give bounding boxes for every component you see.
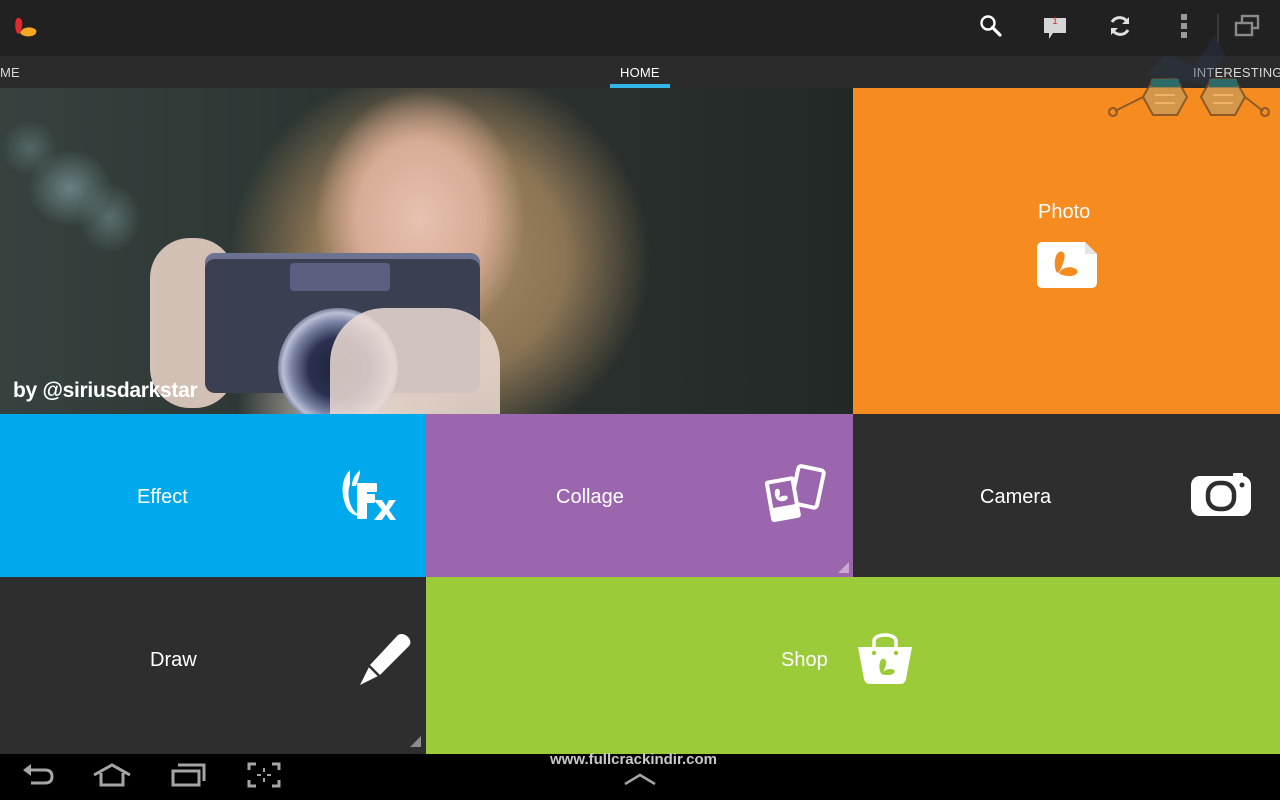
back-icon — [21, 763, 55, 791]
draw-label: Draw — [150, 649, 197, 671]
home-button[interactable] — [90, 762, 134, 792]
tile-corner-indicator — [838, 562, 849, 573]
recent-apps-icon — [170, 763, 206, 792]
action-bar: 1 — [0, 0, 1280, 56]
photo-tile[interactable]: Photo — [853, 88, 1280, 414]
home-icon — [92, 762, 132, 792]
photo-label: Photo — [1038, 201, 1091, 223]
watermark-text: www.fullcrackindir.com — [550, 751, 717, 768]
photo-credit[interactable]: by @siriusdarkstar — [13, 379, 198, 403]
camera-label: Camera — [980, 486, 1052, 508]
expand-up-button[interactable] — [618, 766, 662, 796]
notifications-icon: 1 — [1042, 15, 1068, 41]
watermark-logo-icon — [1105, 15, 1270, 125]
shop-label: Shop — [781, 649, 828, 671]
chevron-up-icon — [623, 772, 657, 791]
camera-tile[interactable]: Camera — [853, 414, 1280, 577]
featured-photo[interactable]: by @siriusdarkstar — [0, 88, 853, 414]
collage-icon — [762, 464, 826, 531]
collage-label: Collage — [556, 486, 624, 508]
hero-image-detail — [290, 263, 390, 291]
collage-tile[interactable]: Collage — [426, 414, 853, 577]
shopping-bag-icon — [856, 629, 914, 690]
camera-icon — [1191, 472, 1251, 523]
effect-label: Effect — [137, 486, 188, 508]
notification-badge: 1 — [1052, 16, 1058, 27]
photo-icon — [1037, 242, 1097, 293]
app-logo-icon[interactable] — [14, 16, 40, 38]
search-button[interactable] — [975, 12, 1007, 44]
tile-corner-indicator — [410, 736, 421, 747]
recent-apps-button[interactable] — [166, 762, 210, 792]
tab-me[interactable]: ME — [0, 56, 20, 88]
notifications-button[interactable]: 1 — [1039, 12, 1071, 44]
effect-tile[interactable]: Effect — [0, 414, 426, 577]
pencil-icon — [358, 633, 412, 692]
fx-icon — [338, 466, 396, 529]
shop-tile[interactable]: Shop — [426, 577, 1280, 754]
search-icon — [979, 14, 1003, 43]
screenshot-button[interactable] — [242, 762, 286, 792]
draw-tile[interactable]: Draw — [0, 577, 426, 754]
hero-image-detail — [330, 308, 500, 414]
back-button[interactable] — [16, 762, 60, 792]
screenshot-icon — [247, 762, 281, 793]
